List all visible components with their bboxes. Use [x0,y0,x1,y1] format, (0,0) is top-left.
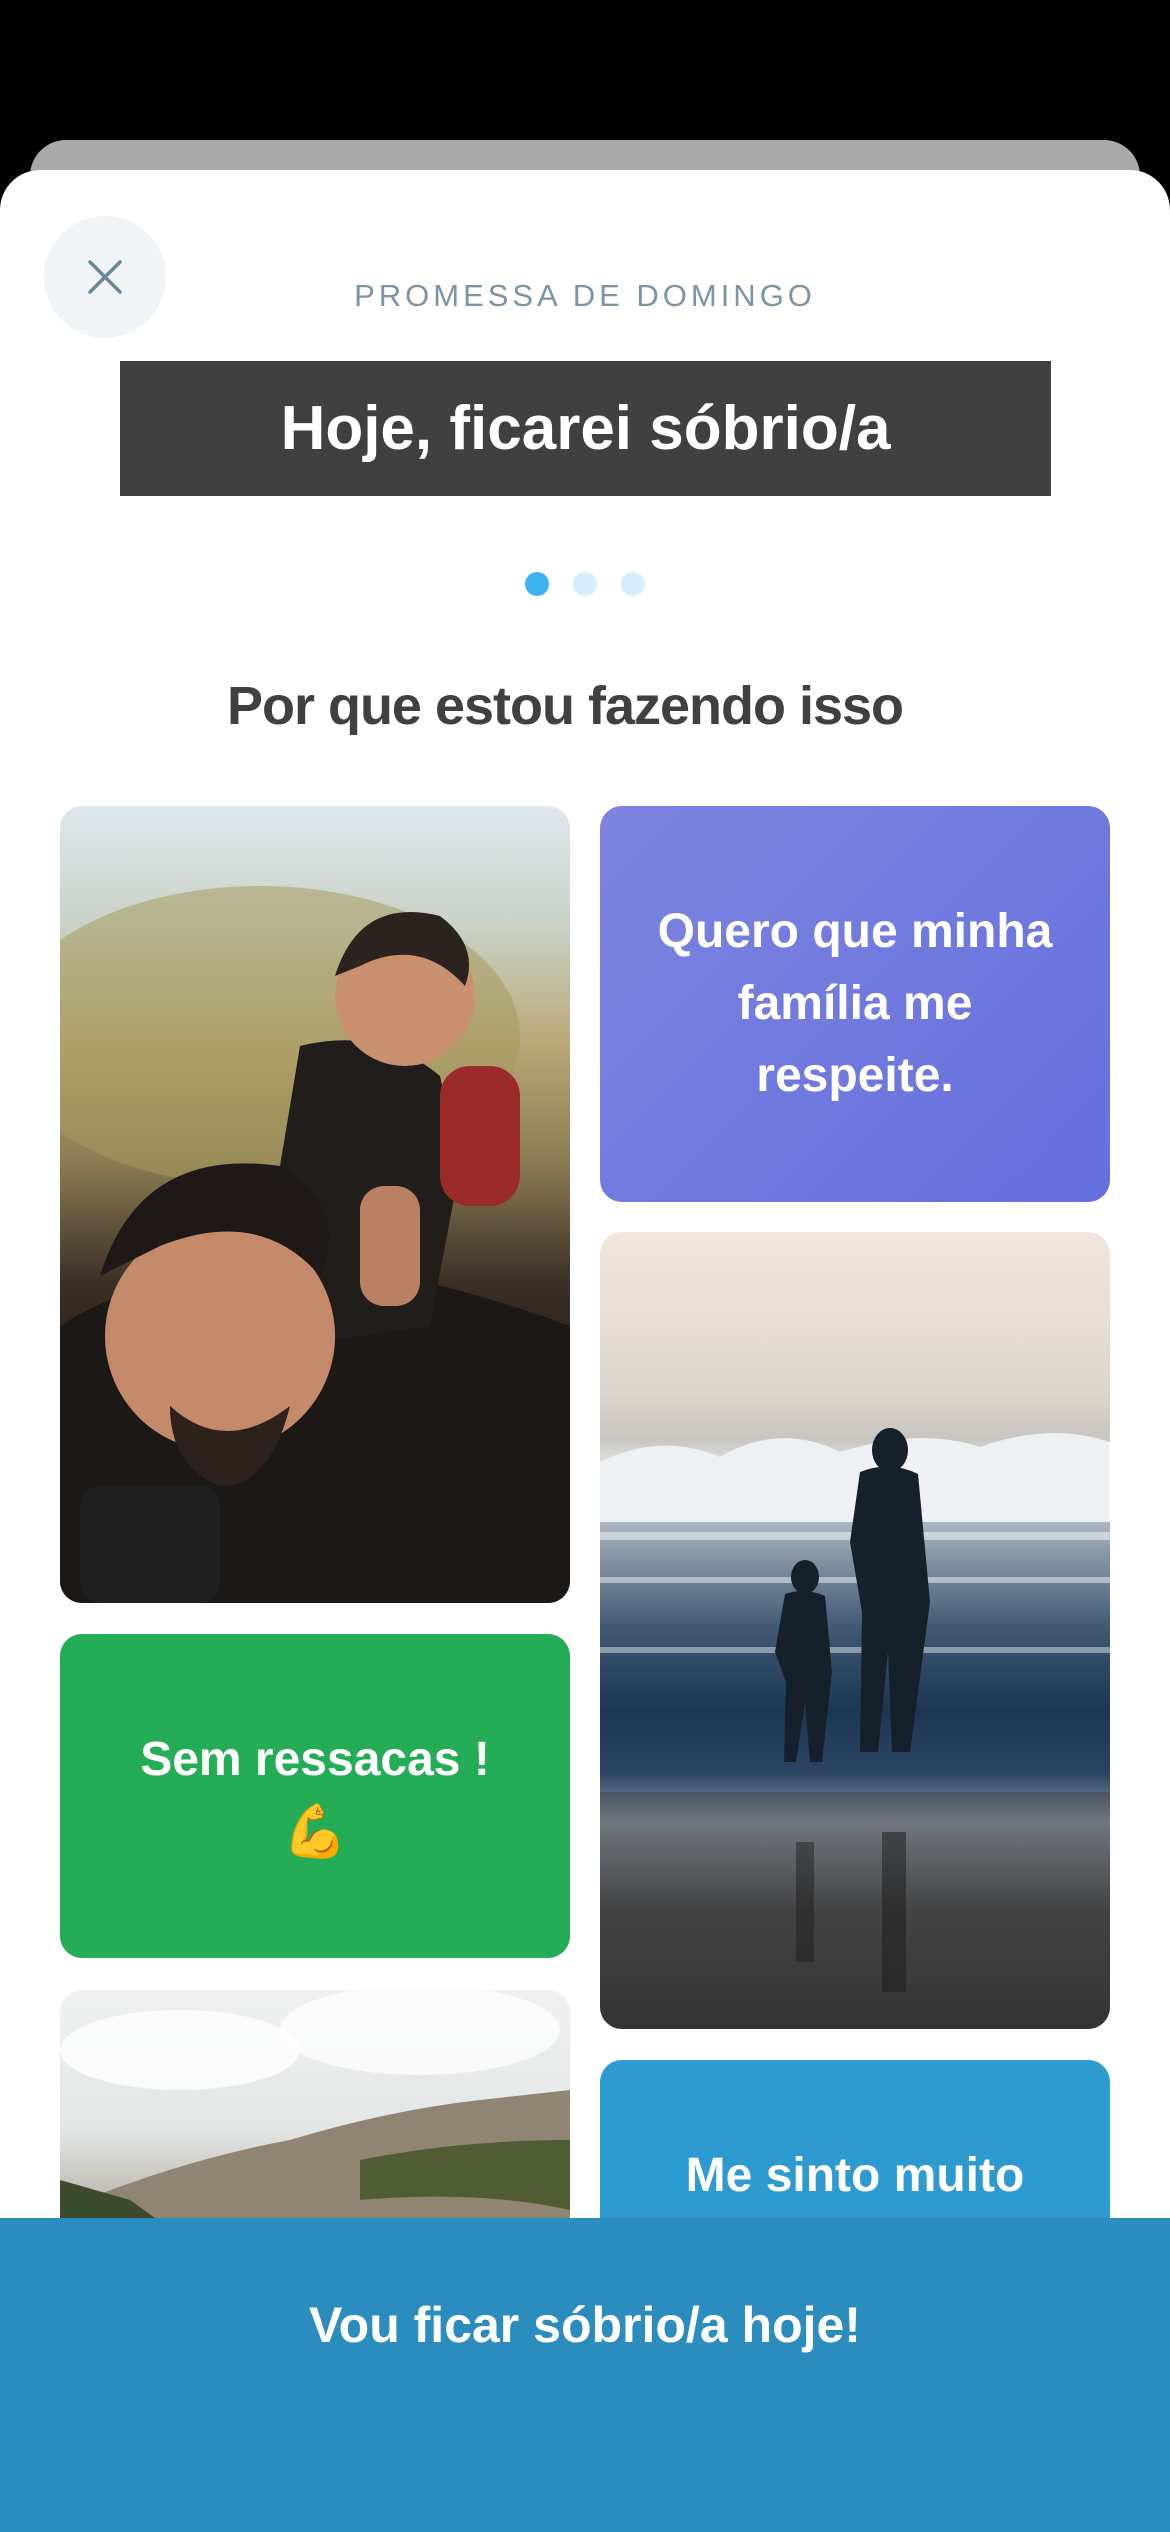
page-dot-2[interactable] [573,572,597,596]
reason-card-hangover[interactable]: Sem ressacas ! 💪 [60,1634,570,1958]
reason-photo-beach[interactable] [600,1232,1110,2029]
promise-title: Hoje, ficarei sóbrio/a [120,361,1051,496]
close-button[interactable] [44,216,166,338]
page-indicator[interactable] [0,572,1170,596]
reasons-title: Por que estou fazendo isso [226,676,904,736]
promise-day-label: PROMESSA DE DOMINGO [354,278,816,313]
promise-sheet: PROMESSA DE DOMINGO Hoje, ficarei sóbrio… [0,170,1170,2532]
page-dot-1[interactable] [525,572,549,596]
commit-sober-button[interactable]: Vou ficar sóbrio/a hoje! [0,2218,1170,2532]
family-photo [60,886,570,1603]
reason-photo-family[interactable] [60,806,570,1603]
page-dot-3[interactable] [621,572,645,596]
reason-card-hangover-text: Sem ressacas ! [140,1733,490,1786]
beach-photo [600,1428,1110,2029]
flexed-biceps-emoji: 💪 [282,1803,348,1861]
reason-card-respect[interactable]: Quero que minha família me respeite. [600,806,1110,1202]
